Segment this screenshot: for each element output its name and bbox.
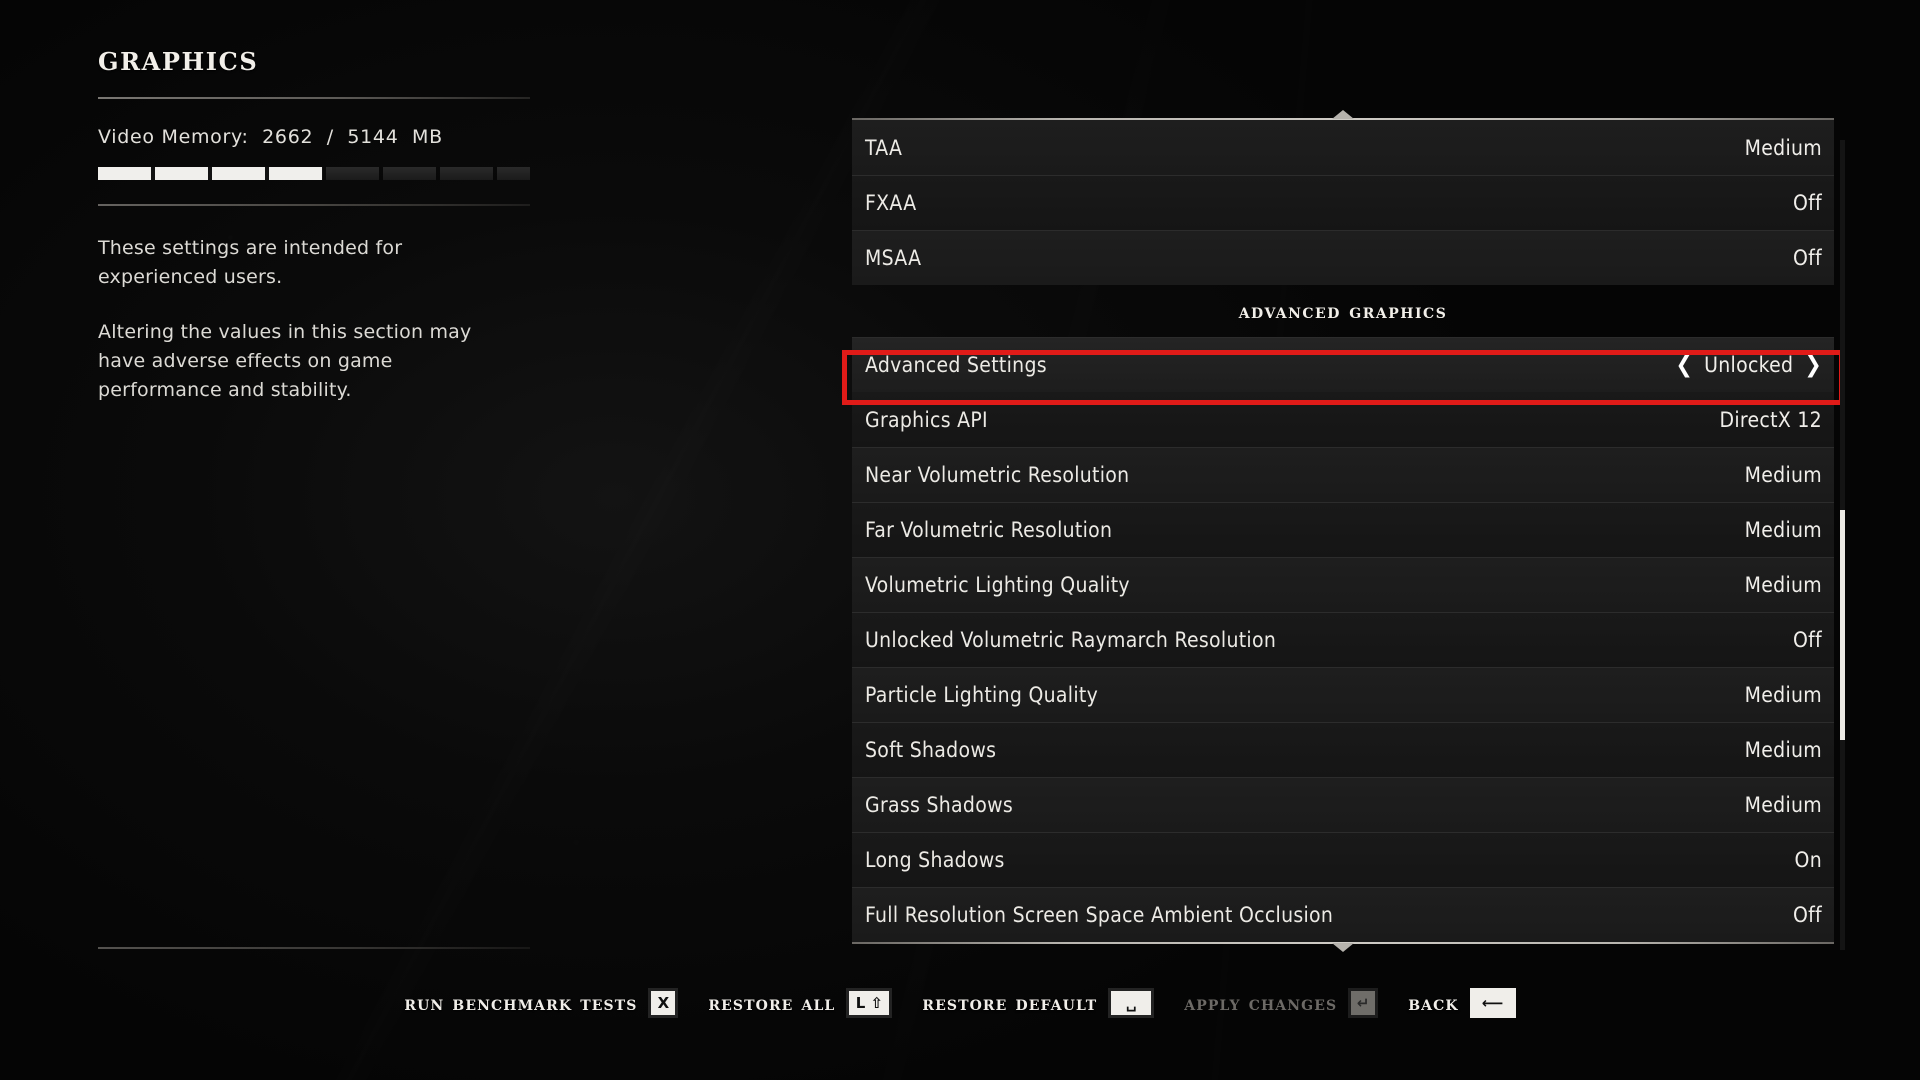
action-bar: Run Benchmark Tests X Restore All L ⇧ Restor… bbox=[0, 988, 1920, 1018]
setting-row[interactable]: Graphics API DirectX 12 bbox=[852, 392, 1834, 447]
setting-row[interactable]: TAA Medium bbox=[852, 120, 1834, 175]
setting-value: Medium bbox=[1744, 793, 1822, 817]
setting-value: DirectX 12 bbox=[1719, 407, 1822, 432]
action-label: Back bbox=[1408, 991, 1459, 1015]
setting-value: Medium bbox=[1744, 463, 1822, 487]
key-prompt-icon: X bbox=[648, 988, 679, 1018]
description-text-1: These settings are intended for experien… bbox=[98, 237, 403, 288]
section-header-advanced-graphics: Advanced Graphics bbox=[1238, 299, 1448, 323]
action-restore-default[interactable]: Restore Default ␣ bbox=[922, 988, 1155, 1018]
setting-label: Long Shadows bbox=[865, 848, 1005, 872]
key-prompt-icon: ↵ bbox=[1348, 988, 1379, 1018]
setting-label: MSAA bbox=[865, 246, 922, 270]
setting-row[interactable]: FXAA Off bbox=[852, 175, 1834, 230]
setting-row[interactable]: Full Resolution Screen Space Ambient Occ… bbox=[852, 887, 1834, 942]
setting-row[interactable]: Unlocked Volumetric Raymarch Resolution O… bbox=[852, 612, 1834, 667]
key-prompt-icon: L ⇧ bbox=[846, 988, 893, 1018]
chevron-left-icon[interactable]: ❮ bbox=[1675, 353, 1693, 377]
key-prompt-icon: ⟵ bbox=[1469, 988, 1516, 1018]
setting-row[interactable]: Soft Shadows Medium bbox=[852, 722, 1834, 777]
setting-row[interactable]: Particle Lighting Quality Medium bbox=[852, 667, 1834, 722]
video-memory-label: Video Memory: 2662 / 5144 MB bbox=[98, 126, 443, 148]
panel-bottom-border bbox=[852, 942, 1834, 952]
setting-label: Particle Lighting Quality bbox=[865, 683, 1099, 707]
setting-value: Unlocked bbox=[1704, 353, 1794, 377]
setting-value: Medium bbox=[1744, 135, 1822, 160]
video-memory-bar-segments bbox=[98, 167, 530, 180]
key-prompt-icon: ␣ bbox=[1108, 988, 1155, 1018]
title-divider bbox=[98, 97, 530, 99]
scrollbar-track[interactable] bbox=[1840, 140, 1845, 950]
setting-label: Advanced Settings bbox=[865, 353, 1047, 377]
setting-row[interactable]: Grass Shadows Medium bbox=[852, 777, 1834, 832]
left-info-panel: Graphics Video Memory: 2662 / 5144 MB Th… bbox=[98, 42, 530, 405]
action-label: Apply Changes bbox=[1184, 991, 1338, 1015]
chevron-right-icon[interactable]: ❯ bbox=[1804, 353, 1822, 377]
chevron-up-icon[interactable] bbox=[1332, 110, 1354, 119]
antialiasing-settings-list: TAA Medium FXAA Off MSAA Off bbox=[852, 120, 1834, 285]
setting-label: Unlocked Volumetric Raymarch Resolution bbox=[865, 628, 1277, 652]
setting-label: Full Resolution Screen Space Ambient Occ… bbox=[865, 903, 1334, 927]
action-restore-all[interactable]: Restore All L ⇧ bbox=[708, 988, 893, 1018]
setting-value: Off bbox=[1792, 903, 1822, 927]
setting-label: FXAA bbox=[865, 191, 917, 215]
setting-row[interactable]: Long Shadows On bbox=[852, 832, 1834, 887]
setting-value-stepper[interactable]: ❮ Unlocked ❯ bbox=[1675, 353, 1822, 377]
action-label: Restore All bbox=[708, 991, 836, 1015]
action-label: Restore Default bbox=[922, 991, 1098, 1015]
setting-label: Graphics API bbox=[865, 407, 988, 432]
graphics-settings-screen: Graphics Video Memory: 2662 / 5144 MB Th… bbox=[0, 0, 1920, 1080]
advanced-graphics-settings-list: Graphics API DirectX 12 Near Volumetric Re… bbox=[852, 392, 1834, 942]
setting-row[interactable]: Near Volumetric Resolution Medium bbox=[852, 447, 1834, 502]
setting-value: Medium bbox=[1744, 738, 1822, 762]
action-back[interactable]: Back ⟵ bbox=[1408, 988, 1516, 1018]
left-panel-bottom-divider bbox=[98, 947, 530, 949]
action-apply-changes: Apply Changes ↵ bbox=[1184, 988, 1379, 1018]
setting-value: Medium bbox=[1744, 573, 1822, 597]
setting-row[interactable]: Volumetric Lighting Quality Medium bbox=[852, 557, 1834, 612]
video-memory-bar bbox=[98, 167, 530, 180]
setting-value: Medium bbox=[1744, 518, 1822, 542]
setting-label: Far Volumetric Resolution bbox=[865, 518, 1113, 542]
setting-label: Near Volumetric Resolution bbox=[865, 463, 1130, 487]
scrollbar-thumb[interactable] bbox=[1840, 510, 1845, 740]
description-text-2: Altering the values in this section may … bbox=[98, 321, 472, 401]
setting-row-advanced-settings[interactable]: Advanced Settings ❮ Unlocked ❯ bbox=[852, 337, 1834, 392]
action-run-benchmark-tests[interactable]: Run Benchmark Tests X bbox=[404, 988, 679, 1018]
setting-value: On bbox=[1794, 848, 1822, 872]
setting-value: Medium bbox=[1744, 683, 1822, 707]
setting-row[interactable]: Far Volumetric Resolution Medium bbox=[852, 502, 1834, 557]
info-divider bbox=[98, 204, 530, 206]
setting-value: Off bbox=[1792, 246, 1822, 270]
page-title: Graphics bbox=[98, 39, 259, 79]
setting-label: TAA bbox=[865, 135, 903, 160]
setting-row[interactable]: MSAA Off bbox=[852, 230, 1834, 285]
setting-value: Off bbox=[1792, 628, 1822, 652]
action-label: Run Benchmark Tests bbox=[404, 991, 638, 1015]
setting-value: Off bbox=[1792, 191, 1822, 215]
chevron-down-icon[interactable] bbox=[1332, 943, 1354, 952]
settings-panel: TAA Medium FXAA Off MSAA Off Advanced Graphic… bbox=[852, 110, 1834, 952]
setting-label: Grass Shadows bbox=[865, 793, 1013, 817]
setting-label: Soft Shadows bbox=[865, 738, 997, 762]
setting-label: Volumetric Lighting Quality bbox=[865, 573, 1130, 597]
